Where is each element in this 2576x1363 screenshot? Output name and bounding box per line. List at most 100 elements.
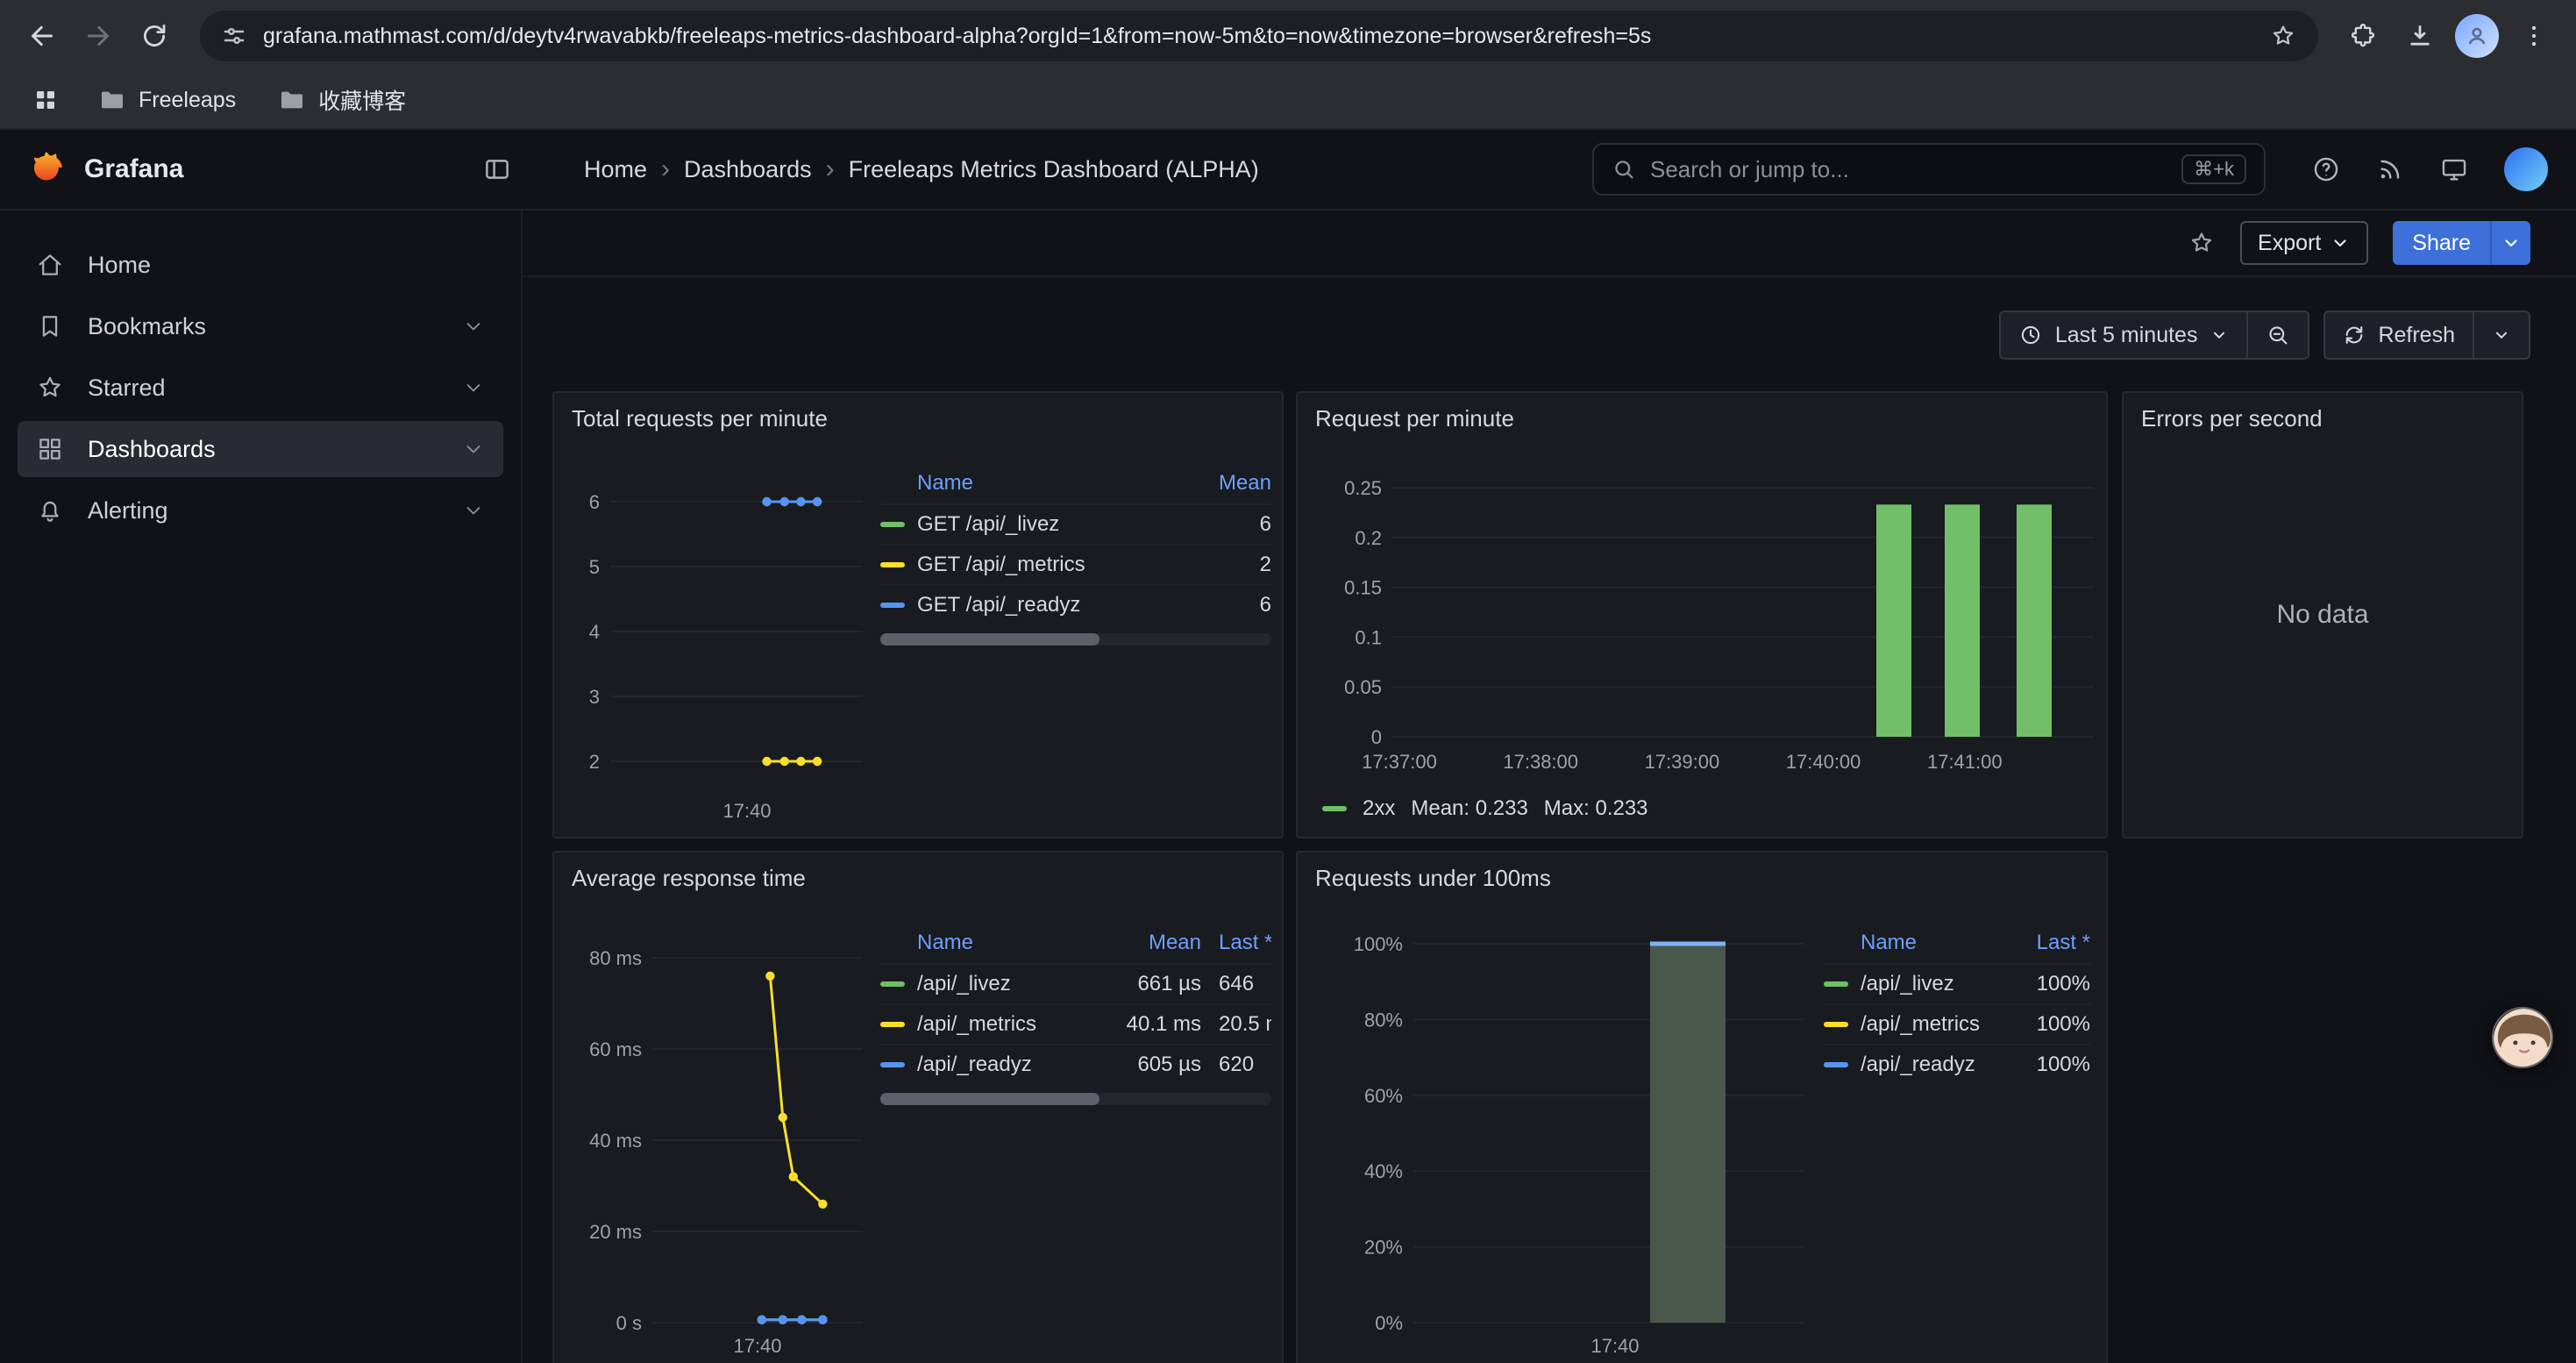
legend-row[interactable]: /api/_readyz100% — [1824, 1044, 2090, 1084]
chevron-down-icon[interactable] — [461, 375, 486, 400]
svg-text:17:40: 17:40 — [1590, 1335, 1639, 1357]
legend-column-header[interactable]: Mean — [1180, 471, 1271, 496]
nav-sidebar: HomeBookmarks Starred Dashboards Alerting — [0, 211, 523, 1363]
svg-text:17:40: 17:40 — [722, 800, 771, 822]
svg-text:6: 6 — [589, 491, 600, 513]
share-button[interactable]: Share — [2393, 221, 2490, 265]
legend-column-header[interactable]: Name — [880, 931, 1110, 955]
panel-title[interactable]: Total requests per minute — [572, 405, 828, 432]
series-name: GET /api/_readyz — [917, 593, 1080, 617]
chevron-down-icon[interactable] — [461, 314, 486, 339]
series-color-swatch — [880, 562, 905, 567]
grafana-logo[interactable] — [28, 150, 67, 189]
sidebar-item-home[interactable]: Home — [18, 237, 503, 293]
extensions-icon[interactable] — [2339, 11, 2388, 61]
legend-table: NameMeanGET /api/_livez6GET /api/_metric… — [880, 463, 1271, 646]
site-info-icon[interactable] — [221, 23, 247, 49]
star-dashboard-icon[interactable] — [2188, 229, 2216, 257]
bell-icon — [35, 496, 65, 525]
legend-header: NameMean — [880, 463, 1271, 503]
sidebar-item-alerting[interactable]: Alerting — [18, 482, 503, 539]
browser-menu-icon[interactable] — [2509, 11, 2558, 61]
news-rss-icon[interactable] — [2376, 155, 2404, 183]
dashboard-actions-row: Export Share — [523, 211, 2576, 277]
sidebar-item-label: Dashboards — [88, 436, 216, 463]
chart-legend[interactable]: 2xx Mean: 0.233 Max: 0.233 — [1322, 796, 1648, 821]
header-icons — [2311, 147, 2548, 191]
legend-column-header[interactable]: Last * — [2010, 931, 2090, 955]
refresh-interval-dropdown-icon[interactable] — [2473, 312, 2529, 358]
export-button[interactable]: Export — [2240, 221, 2368, 265]
svg-text:0.05: 0.05 — [1344, 676, 1382, 698]
svg-text:0%: 0% — [1375, 1312, 1403, 1334]
legend-value: 100% — [2010, 1053, 2090, 1077]
apps-grid-icon[interactable] — [25, 79, 67, 121]
breadcrumb-item[interactable]: Home — [584, 156, 647, 183]
svg-text:0.2: 0.2 — [1355, 527, 1382, 549]
bookmark-star-icon[interactable] — [2269, 22, 2297, 50]
series-name: /api/_metrics — [917, 1012, 1036, 1037]
legend-column-header[interactable]: Last * — [1219, 931, 1271, 955]
time-range-picker[interactable]: Last 5 minutes — [2001, 312, 2247, 358]
svg-text:40%: 40% — [1364, 1160, 1403, 1182]
export-label: Export — [2258, 231, 2321, 256]
sidebar-item-dashboards[interactable]: Dashboards — [18, 421, 503, 477]
breadcrumb-item[interactable]: Dashboards — [684, 156, 812, 183]
legend-row[interactable]: GET /api/_readyz 6 — [880, 584, 1271, 624]
legend-row[interactable]: GET /api/_metrics2 — [880, 544, 1271, 584]
legend-value: 6 — [1180, 593, 1271, 617]
legend-column-header[interactable]: Mean — [1110, 931, 1201, 955]
svg-text:17:39:00: 17:39:00 — [1645, 751, 1720, 773]
series-name: GET /api/_livez — [917, 512, 1059, 537]
help-icon[interactable] — [2311, 154, 2341, 184]
bookmark-item-blog[interactable]: 收藏博客 — [267, 79, 416, 121]
legend-column-header[interactable]: Name — [880, 471, 1180, 496]
url-bar[interactable]: grafana.mathmast.com/d/deytv4rwavabkb/fr… — [200, 11, 2318, 61]
svg-text:60 ms: 60 ms — [589, 1038, 642, 1060]
monitor-icon[interactable] — [2439, 154, 2469, 184]
bookmark-label: Freeleaps — [139, 88, 236, 113]
reload-icon[interactable] — [130, 11, 179, 61]
panel-average-response-time: Average response time 80 ms60 ms40 ms20 … — [552, 851, 1284, 1363]
browser-profile-avatar[interactable] — [2455, 14, 2499, 58]
refresh-button[interactable]: Refresh — [2325, 312, 2473, 358]
legend-row[interactable]: GET /api/_livez6 — [880, 503, 1271, 544]
svg-text:17:38:00: 17:38:00 — [1503, 751, 1578, 773]
svg-text:20 ms: 20 ms — [589, 1221, 642, 1243]
legend-row[interactable]: /api/_livez661 µs646 — [880, 963, 1271, 1003]
share-dropdown-icon[interactable] — [2490, 221, 2530, 265]
sidebar-item-starred[interactable]: Starred — [18, 360, 503, 416]
search-input[interactable]: Search or jump to... ⌘+k — [1592, 143, 2266, 196]
sidebar-toggle-icon[interactable] — [482, 154, 512, 184]
chevron-down-icon[interactable] — [461, 498, 486, 523]
sidebar-item-bookmarks[interactable]: Bookmarks — [18, 298, 503, 354]
series-color-swatch — [1824, 1022, 1848, 1027]
legend-row[interactable]: /api/_metrics100% — [1824, 1003, 2090, 1044]
bookmark-item-freeleaps[interactable]: Freeleaps — [88, 81, 246, 119]
legend-row[interactable]: /api/_readyz605 µs620 — [880, 1044, 1271, 1084]
bar-chart: 0.250.20.150.10.05017:37:0017:38:0017:39… — [1305, 456, 2103, 793]
panel-errors-per-second: Errors per second No data — [2122, 391, 2523, 838]
legend-scrollbar-thumb[interactable] — [880, 633, 1099, 646]
zoom-out-icon[interactable] — [2246, 312, 2308, 358]
legend-scrollbar[interactable] — [880, 633, 1271, 646]
legend-scrollbar[interactable] — [880, 1093, 1271, 1105]
panel-title[interactable]: Average response time — [572, 865, 806, 892]
legend-value: 40.1 ms — [1110, 1012, 1201, 1037]
legend-column-header[interactable]: Name — [1824, 931, 2010, 955]
forward-icon[interactable] — [74, 11, 123, 61]
legend-value: 605 µs — [1110, 1053, 1201, 1077]
downloads-icon[interactable] — [2395, 11, 2444, 61]
panel-title[interactable]: Request per minute — [1315, 405, 1514, 432]
chevron-down-icon[interactable] — [461, 437, 486, 461]
legend-row[interactable]: /api/_metrics40.1 ms20.5 m — [880, 1003, 1271, 1044]
url-text: grafana.mathmast.com/d/deytv4rwavabkb/fr… — [263, 24, 2253, 49]
legend-scrollbar-thumb[interactable] — [880, 1093, 1099, 1105]
panel-requests-under-100ms: Requests under 100ms 100%80%60%40%20%0%1… — [1296, 851, 2108, 1363]
legend-row[interactable]: /api/_livez100% — [1824, 963, 2090, 1003]
back-icon[interactable] — [18, 11, 67, 61]
panel-title[interactable]: Requests under 100ms — [1315, 865, 1551, 892]
floating-assistant-avatar[interactable] — [2492, 1007, 2553, 1068]
legend-table: NameMean Last * /api/_livez661 µs646/api/_… — [880, 923, 1271, 1105]
user-avatar[interactable] — [2504, 147, 2548, 191]
